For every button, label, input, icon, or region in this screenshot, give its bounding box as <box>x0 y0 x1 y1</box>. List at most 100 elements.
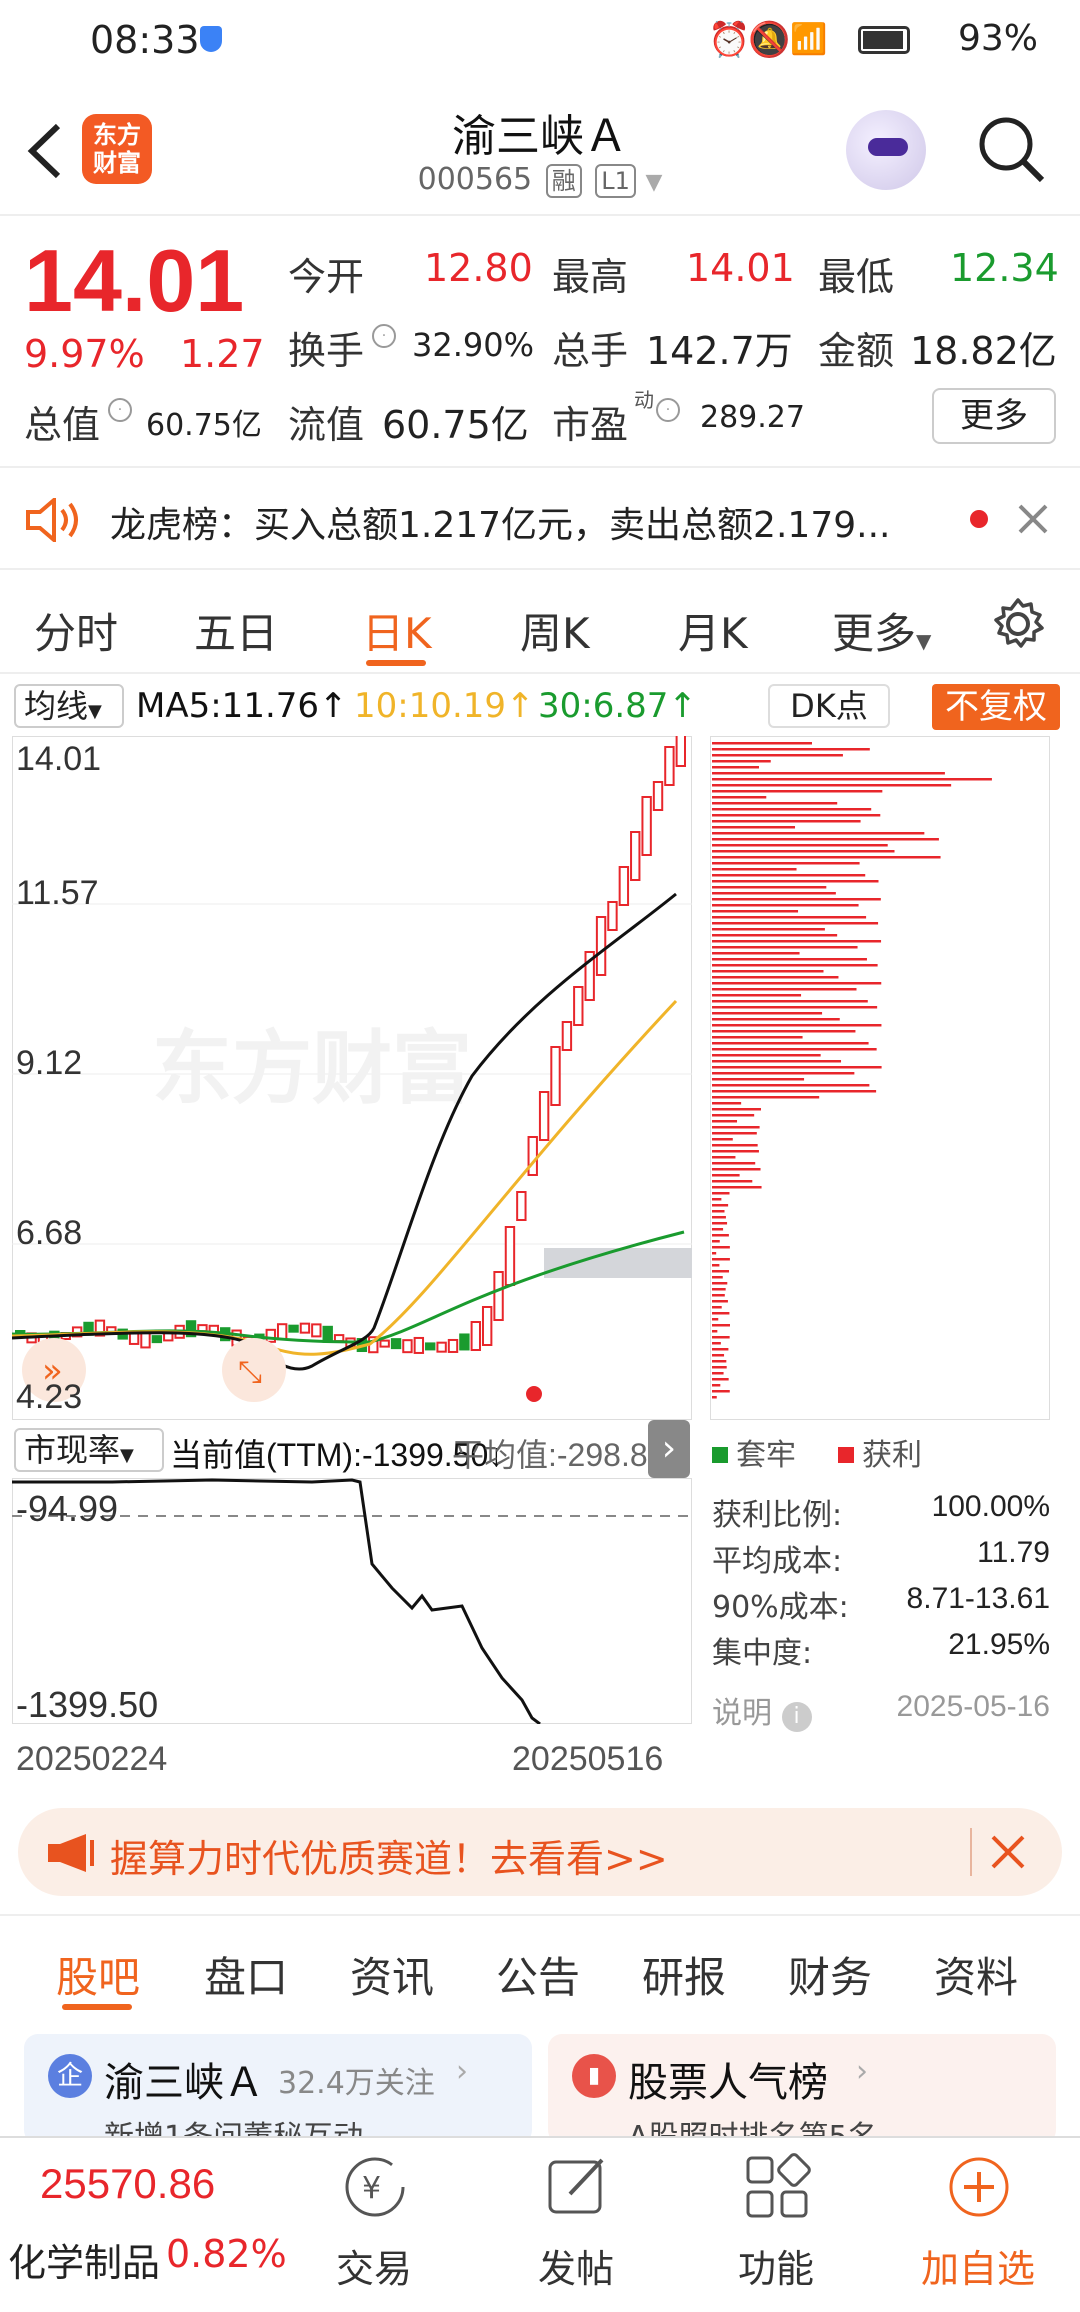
chip-bar <box>712 880 879 883</box>
dk-zone <box>544 1248 692 1278</box>
dropdown-icon: ▼ <box>120 1445 134 1466</box>
chip-bar <box>712 820 861 823</box>
battery-icon <box>858 26 910 54</box>
candle <box>550 1046 561 1106</box>
info-icon[interactable]: · <box>656 398 680 424</box>
chip-bar <box>712 952 800 955</box>
robot-avatar-icon[interactable] <box>846 110 926 190</box>
price-axis-max: 14.01 <box>16 740 102 778</box>
chip-bar <box>712 1000 868 1003</box>
card-title: 股票人气榜 <box>628 2060 828 2106</box>
ma5-value: MA5:11.76↑ <box>136 686 348 726</box>
index-value[interactable]: 25570.86 <box>40 2160 215 2208</box>
tab-pankou[interactable]: 盘口 <box>204 1944 288 2005</box>
chip-bar <box>712 778 992 781</box>
candlestick-chart[interactable]: 东方财富 » ⤡ <box>12 736 692 1420</box>
nav-post[interactable]: 发帖 <box>496 2238 656 2293</box>
chip-bar <box>712 1006 878 1009</box>
chip-bar <box>712 832 925 835</box>
nav-add-watchlist[interactable]: 加自选 <box>898 2238 1058 2293</box>
chip-bar <box>712 976 839 979</box>
close-icon[interactable] <box>1018 504 1048 534</box>
stat-label: 集中度: <box>712 1636 813 1671</box>
more-button[interactable]: 更多 <box>932 388 1056 444</box>
chip-bar <box>712 1060 842 1063</box>
tab-profile[interactable]: 资料 <box>934 1944 1018 2005</box>
change-amount: 1.27 <box>180 332 265 376</box>
chip-bar <box>712 1090 877 1093</box>
tab-more[interactable]: 更多▼ <box>832 600 931 661</box>
chip-bar <box>712 1066 882 1069</box>
notice-text: 龙虎榜：买入总额1.217亿元，卖出总额2.179... <box>110 505 891 546</box>
tab-announcements[interactable]: 公告 <box>496 1944 580 2005</box>
high-label: 最高 <box>552 255 629 299</box>
tab-finance[interactable]: 财务 <box>788 1944 872 2005</box>
sub-axis-bottom: -1399.50 <box>16 1684 159 1725</box>
ma10-value: 10:10.19↑ <box>354 686 535 726</box>
chip-distribution <box>710 736 1050 1420</box>
chip-bar <box>712 760 771 763</box>
chip-bar <box>712 934 838 937</box>
chip-bar <box>712 1210 725 1213</box>
nav-trade[interactable]: 交易 <box>294 2238 454 2293</box>
close-icon[interactable] <box>990 1834 1026 1870</box>
search-icon[interactable] <box>976 114 1046 184</box>
adjust-mode-button[interactable]: 不复权 <box>932 684 1060 730</box>
tab-daily-k[interactable]: 日K <box>362 600 432 661</box>
dragon-tiger-notice[interactable]: 龙虎榜：买入总额1.217亿元，卖出总额2.179... <box>0 466 1080 570</box>
promo-banner[interactable]: 握算力时代优质赛道！去看看>> <box>18 1808 1062 1896</box>
candle <box>595 916 607 976</box>
tab-monthly-k[interactable]: 月K <box>678 600 748 661</box>
info-icon[interactable]: · <box>108 398 132 424</box>
turnover-label: 换手 <box>288 329 365 373</box>
tab-research[interactable]: 研报 <box>642 1944 726 2005</box>
tab-intraday[interactable]: 分时 <box>34 600 118 661</box>
chip-bar <box>712 742 812 745</box>
back-arrow-icon[interactable] <box>26 122 66 180</box>
chip-bar <box>712 1390 730 1393</box>
note-link[interactable]: 说明 i <box>712 1688 812 1732</box>
stock-community-card[interactable]: 企 渝三峡Ａ 32.4万关注 › 新增1条问董秘互动 <box>24 2034 532 2144</box>
tab-guba[interactable]: 股吧 <box>56 1944 140 2005</box>
index-pct[interactable]: 0.82% <box>166 2232 287 2276</box>
ma-select[interactable]: 均线▼ <box>14 684 124 728</box>
popularity-card[interactable]: ▮ 股票人气榜 › A股照时排名第5名 <box>548 2034 1056 2144</box>
price-axis-min: 4.23 <box>16 1378 83 1416</box>
nav-function[interactable]: 功能 <box>696 2238 856 2293</box>
next-indicator-button[interactable]: › <box>648 1420 690 1478</box>
signal-dot <box>526 1386 542 1402</box>
sub-axis-top: -94.99 <box>16 1488 119 1529</box>
stock-code-row[interactable]: 000565 融 L1 ▼ <box>340 162 740 198</box>
chip-bar <box>712 1048 877 1051</box>
tab-five-day[interactable]: 五日 <box>194 600 278 661</box>
candle <box>618 866 630 906</box>
chip-bar <box>712 1198 722 1201</box>
chip-bar <box>712 802 838 805</box>
svg-text:¥: ¥ <box>362 2171 381 2206</box>
low-label: 最低 <box>818 255 895 299</box>
candle <box>151 1335 163 1344</box>
stat-label: 90%成本: <box>712 1590 849 1625</box>
dk-point-select[interactable]: DK点 <box>768 684 890 728</box>
stock-name[interactable]: 渝三峡Ａ <box>340 100 740 164</box>
candle <box>459 1333 470 1351</box>
chip-bar <box>712 850 895 853</box>
stat-value: 21.95% <box>948 1628 1050 1661</box>
chip-bar <box>712 1108 761 1111</box>
chip-bar <box>712 766 759 769</box>
tab-news[interactable]: 资讯 <box>350 1944 434 2005</box>
index-name[interactable]: 化学制品 <box>8 2232 160 2287</box>
active-tab-underline <box>62 2004 132 2010</box>
tab-weekly-k[interactable]: 周K <box>520 600 590 661</box>
open-value: 12.80 <box>424 246 533 290</box>
settings-gear-icon[interactable] <box>990 596 1046 652</box>
expand-icon: ⤡ <box>238 1355 262 1390</box>
chip-bar <box>712 1294 725 1297</box>
chip-bar <box>712 1234 729 1237</box>
candle <box>630 831 641 881</box>
app-logo[interactable]: 东方财富 <box>82 114 152 184</box>
chip-bar <box>712 1138 733 1141</box>
info-icon[interactable]: · <box>372 324 396 350</box>
indicator-select[interactable]: 市现率▼ <box>14 1428 164 1472</box>
candle <box>516 1191 527 1221</box>
